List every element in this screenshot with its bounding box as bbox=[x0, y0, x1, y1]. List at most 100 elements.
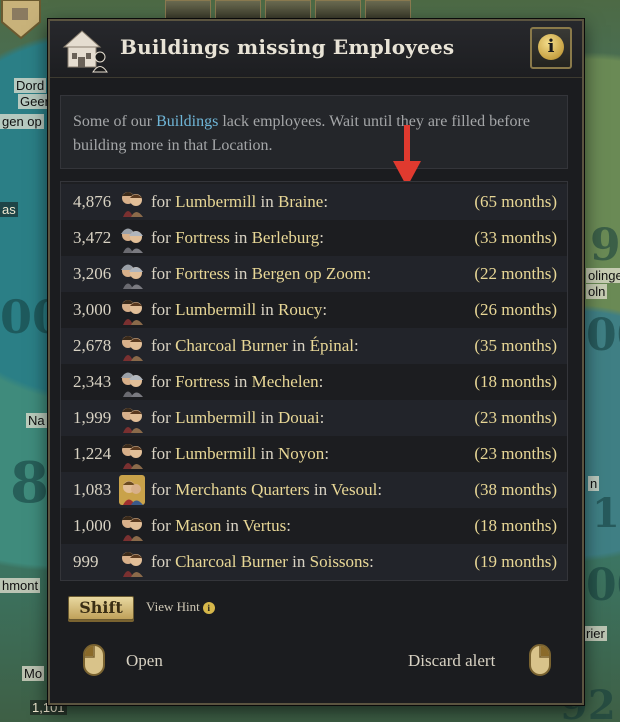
building-name-link[interactable]: Mason bbox=[175, 516, 221, 535]
location-name-link[interactable]: Berleburg bbox=[252, 228, 320, 247]
left-mouse-button-icon bbox=[83, 644, 105, 676]
table-row[interactable]: 1,000 for Mason in Vertus: (18 months) bbox=[61, 508, 567, 544]
map-location-label[interactable]: hmont bbox=[0, 578, 41, 593]
row-mid: in bbox=[221, 516, 243, 535]
worker-face-icon bbox=[119, 295, 145, 325]
location-name-link[interactable]: Vesoul bbox=[331, 480, 377, 499]
map-province-number: 00 bbox=[586, 310, 620, 361]
worker-face-icon bbox=[119, 547, 145, 577]
top-toolbar bbox=[0, 0, 620, 20]
location-name-link[interactable]: Noyon bbox=[278, 444, 324, 463]
row-text: for Lumbermill in Noyon: bbox=[151, 444, 329, 464]
table-row[interactable]: 999 for Charcoal Burner in Soissons: (19 m… bbox=[61, 544, 567, 580]
building-name-link[interactable]: Lumbermill bbox=[175, 444, 256, 463]
discard-alert-button[interactable]: Discard alert bbox=[408, 651, 495, 671]
building-name-link[interactable]: Lumbermill bbox=[175, 408, 256, 427]
building-name-link[interactable]: Fortress bbox=[175, 264, 230, 283]
location-name-link[interactable]: Roucy bbox=[278, 300, 322, 319]
table-row[interactable]: 3,206 for Fortress in Bergen op Zoom: (22 … bbox=[61, 256, 567, 292]
map-location-label[interactable]: oln bbox=[586, 284, 608, 299]
months-remaining: (18 months) bbox=[474, 372, 557, 391]
building-name-link[interactable]: Charcoal Burner bbox=[175, 552, 288, 571]
row-suffix: : bbox=[286, 516, 291, 535]
row-suffix: : bbox=[323, 192, 329, 211]
map-province-number: 9 bbox=[590, 220, 620, 271]
building-name-link[interactable]: Merchants Quarters bbox=[175, 480, 310, 499]
map-location-label[interactable]: as bbox=[0, 202, 18, 217]
row-prefix: for bbox=[151, 372, 176, 391]
row-mid: in bbox=[256, 444, 279, 463]
map-location-label[interactable]: Geer bbox=[18, 94, 51, 109]
table-row[interactable]: 1,083 for Merchants Quarters in Vesoul: (3… bbox=[61, 472, 567, 508]
shift-key-icon: Shift bbox=[68, 596, 134, 620]
toolbar-slot[interactable] bbox=[215, 0, 261, 20]
map-location-label[interactable]: Na bbox=[26, 413, 47, 428]
buildings-link[interactable]: Buildings bbox=[156, 113, 218, 130]
months-remaining: (19 months) bbox=[474, 552, 557, 571]
row-prefix: for bbox=[151, 480, 176, 499]
building-name-link[interactable]: Fortress bbox=[175, 372, 230, 391]
map-location-label[interactable]: n bbox=[588, 476, 600, 491]
row-mid: in bbox=[309, 480, 332, 499]
location-name-link[interactable]: Soissons bbox=[310, 552, 370, 571]
toolbar-slot[interactable] bbox=[265, 0, 311, 20]
view-hint-link[interactable]: View Hint i bbox=[146, 599, 215, 615]
row-text: for Fortress in Berleburg: bbox=[151, 228, 324, 248]
location-name-link[interactable]: Mechelen bbox=[252, 372, 319, 391]
table-row[interactable]: 2,678 for Charcoal Burner in Épinal: (35 m… bbox=[61, 328, 567, 364]
missing-employees-list: 4,876 for Lumbermill in Braine: (65 months… bbox=[60, 181, 568, 581]
info-button[interactable]: i bbox=[530, 27, 572, 69]
building-name-link[interactable]: Lumbermill bbox=[175, 300, 256, 319]
location-name-link[interactable]: Vertus bbox=[243, 516, 286, 535]
table-row[interactable]: 2,343 for Fortress in Mechelen: (18 months… bbox=[61, 364, 567, 400]
table-row[interactable]: 4,876 for Lumbermill in Braine: (65 months… bbox=[61, 184, 567, 220]
map-location-label[interactable]: Mo bbox=[22, 666, 45, 681]
row-text: for Lumbermill in Roucy: bbox=[151, 300, 327, 320]
row-suffix: : bbox=[319, 228, 324, 247]
alert-badge-icon[interactable] bbox=[0, 0, 44, 40]
view-hint-label: View Hint bbox=[146, 599, 200, 614]
toolbar-slot[interactable] bbox=[365, 0, 411, 20]
employee-count: 4,876 bbox=[73, 192, 112, 211]
map-location-label[interactable]: gen op bbox=[0, 114, 44, 129]
row-suffix: : bbox=[354, 336, 359, 355]
location-name-link[interactable]: Braine bbox=[278, 192, 323, 211]
right-mouse-button-icon bbox=[529, 644, 551, 676]
building-worker-icon bbox=[62, 30, 108, 73]
toolbar-slot[interactable] bbox=[165, 0, 211, 20]
row-mid: in bbox=[256, 192, 279, 211]
row-suffix: : bbox=[319, 408, 325, 427]
toolbar-slot[interactable] bbox=[315, 0, 361, 20]
row-mid: in bbox=[229, 228, 252, 247]
table-row[interactable]: 1,224 for Lumbermill in Noyon: (23 months) bbox=[61, 436, 567, 472]
open-button[interactable]: Open bbox=[126, 651, 163, 671]
building-name-link[interactable]: Lumbermill bbox=[175, 192, 256, 211]
months-remaining: (22 months) bbox=[474, 264, 557, 283]
employee-count: 2,678 bbox=[73, 336, 112, 355]
table-row[interactable]: 3,472 for Fortress in Berleburg: (33 month… bbox=[61, 220, 567, 256]
worker-face-icon bbox=[119, 403, 145, 433]
location-name-link[interactable]: Douai bbox=[278, 408, 320, 427]
table-row[interactable]: 3,000 for Lumbermill in Roucy: (26 months) bbox=[61, 292, 567, 328]
location-name-link[interactable]: Bergen op Zoom bbox=[252, 264, 367, 283]
row-text: for Lumbermill in Braine: bbox=[151, 192, 328, 212]
map-location-label[interactable]: Dord bbox=[14, 78, 47, 93]
location-name-link[interactable]: Épinal bbox=[310, 336, 354, 355]
employee-count: 1,083 bbox=[73, 480, 112, 499]
info-icon: i bbox=[538, 34, 564, 60]
worker-face-icon bbox=[119, 187, 145, 217]
row-suffix: : bbox=[322, 300, 328, 319]
row-prefix: for bbox=[151, 408, 176, 427]
map-location-label[interactable]: rier bbox=[584, 626, 607, 641]
description-text: Some of our bbox=[73, 113, 157, 130]
months-remaining: (65 months) bbox=[474, 192, 557, 211]
hint-info-icon: i bbox=[202, 602, 215, 615]
months-remaining: (23 months) bbox=[474, 408, 557, 427]
building-name-link[interactable]: Fortress bbox=[175, 228, 230, 247]
table-row[interactable]: 1,999 for Lumbermill in Douai: (23 months) bbox=[61, 400, 567, 436]
row-prefix: for bbox=[151, 300, 176, 319]
employee-count: 1,999 bbox=[73, 408, 112, 427]
building-name-link[interactable]: Charcoal Burner bbox=[175, 336, 288, 355]
worker-face-icon bbox=[119, 331, 145, 361]
merchant-face-icon bbox=[119, 475, 145, 505]
